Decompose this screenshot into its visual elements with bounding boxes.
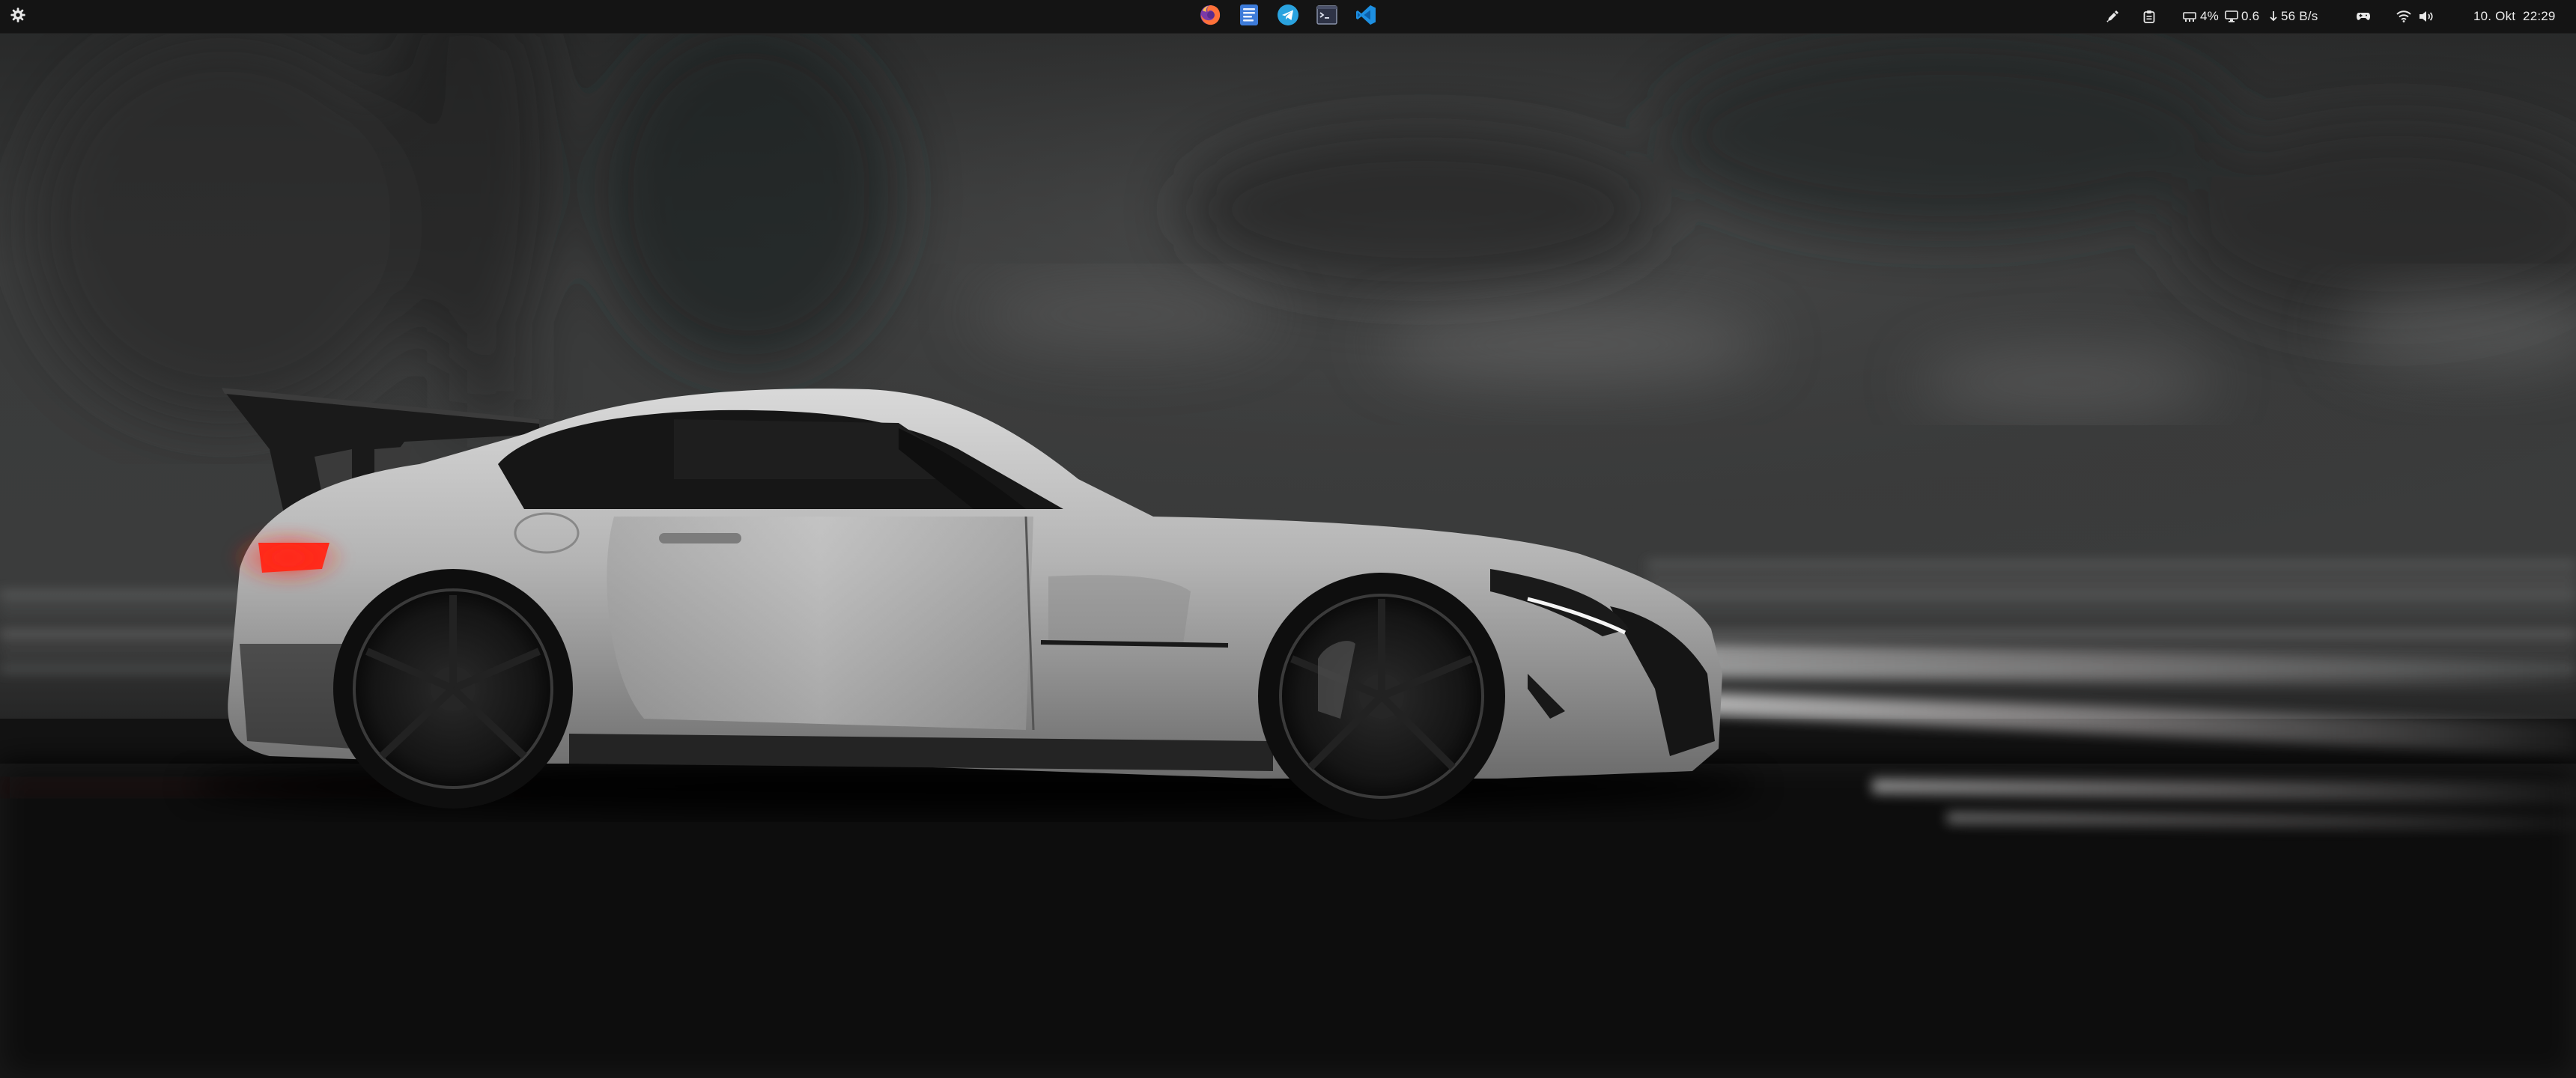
dock-item-vscode[interactable] — [1355, 4, 1377, 30]
desktop: 4% 0.6 56 B/s 10. Okt 22:29 — [0, 0, 2576, 1078]
clipboard-icon — [2143, 10, 2155, 23]
color-picker-indicator[interactable] — [2106, 0, 2119, 33]
load-indicator[interactable]: 0.6 — [2225, 0, 2259, 33]
cpu-usage-text: 4% — [2200, 9, 2219, 23]
text-editor-icon — [1239, 4, 1259, 30]
dock-item-firefox[interactable] — [1199, 4, 1221, 30]
wifi-indicator[interactable] — [2396, 0, 2411, 33]
network-speed-indicator[interactable]: 56 B/s — [2269, 0, 2318, 33]
wifi-icon — [2396, 10, 2411, 22]
telegram-icon — [1277, 4, 1299, 30]
clock[interactable]: 10. Okt 22:29 — [2473, 0, 2556, 33]
gamepad-icon — [2356, 10, 2371, 22]
top-panel: 4% 0.6 56 B/s 10. Okt 22:29 — [0, 0, 2576, 34]
clock-text: 10. Okt 22:29 — [2473, 9, 2556, 23]
eyedropper-icon — [2106, 10, 2119, 23]
cpu-icon — [2182, 11, 2197, 22]
gamepad-indicator[interactable] — [2356, 0, 2371, 33]
terminal-icon — [1316, 4, 1337, 28]
volume-icon — [2419, 10, 2434, 22]
network-speed-text: 56 B/s — [2281, 9, 2318, 23]
load-text: 0.6 — [2241, 9, 2260, 23]
dock-item-telegram[interactable] — [1277, 4, 1299, 30]
volume-indicator[interactable] — [2419, 0, 2434, 33]
vscode-icon — [1355, 4, 1377, 30]
gear-icon — [10, 7, 26, 27]
monitor-icon — [2225, 10, 2238, 22]
dock-item-text-editor[interactable] — [1238, 4, 1260, 30]
activities-button[interactable] — [4, 0, 31, 33]
download-arrow-icon — [2269, 10, 2278, 22]
dock-item-terminal[interactable] — [1316, 4, 1338, 28]
firefox-icon — [1199, 4, 1221, 30]
wallpaper — [0, 0, 2576, 1078]
cpu-indicator[interactable]: 4% — [2182, 0, 2219, 33]
clipboard-indicator[interactable] — [2143, 0, 2155, 33]
